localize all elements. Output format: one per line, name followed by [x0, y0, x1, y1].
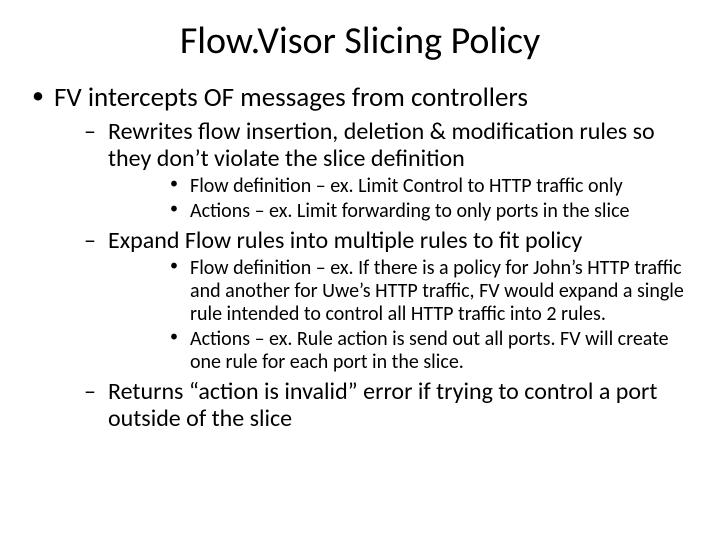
bullet-list-level1: FV intercepts OF messages from controlle… [28, 82, 692, 433]
bullet-list-level3: Flow definition – ex. Limit Control to H… [108, 175, 692, 223]
list-item: Flow definition – ex. Limit Control to H… [108, 175, 692, 198]
bullet-text: FV intercepts OF messages from controlle… [54, 81, 528, 114]
slide: Flow.Visor Slicing Policy FV intercepts … [0, 0, 720, 540]
list-item: Flow definition – ex. If there is a poli… [108, 257, 692, 326]
list-item: FV intercepts OF messages from controlle… [28, 82, 692, 433]
bullet-text: Flow definition – ex. If there is a poli… [190, 256, 684, 326]
bullet-text: Expand Flow rules into multiple rules to… [108, 226, 582, 255]
bullet-text: Actions – ex. Rule action is send out al… [190, 327, 669, 374]
bullet-list-level2: Rewrites flow insertion, deletion & modi… [54, 118, 692, 433]
bullet-list-level3: Flow definition – ex. If there is a poli… [108, 257, 692, 374]
list-item: Rewrites flow insertion, deletion & modi… [54, 118, 692, 223]
bullet-text: Actions – ex. Limit forwarding to only p… [190, 199, 630, 223]
bullet-text: Rewrites flow insertion, deletion & modi… [108, 117, 655, 174]
bullet-text: Flow definition – ex. Limit Control to H… [190, 174, 623, 198]
list-item: Actions – ex. Rule action is send out al… [108, 328, 692, 374]
list-item: Expand Flow rules into multiple rules to… [54, 227, 692, 374]
list-item: Actions – ex. Limit forwarding to only p… [108, 200, 692, 223]
list-item: Returns “action is invalid” error if try… [54, 378, 692, 433]
slide-title: Flow.Visor Slicing Policy [28, 18, 692, 64]
bullet-text: Returns “action is invalid” error if try… [108, 377, 657, 434]
